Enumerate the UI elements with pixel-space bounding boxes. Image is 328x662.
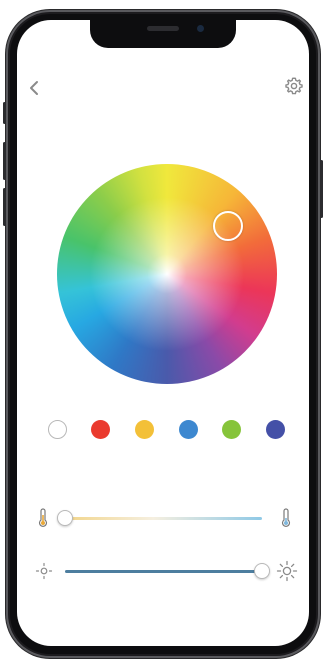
sun-low-icon	[35, 562, 53, 580]
preset-color-white[interactable]	[48, 420, 67, 439]
thermometer-cool-icon	[281, 508, 291, 527]
back-button[interactable]	[27, 78, 43, 98]
sun-high-icon	[276, 560, 298, 582]
thermometer-warm-icon	[38, 508, 48, 527]
color-temperature-track[interactable]	[65, 517, 262, 520]
preset-color-indigo[interactable]	[266, 420, 285, 439]
volume-down-button	[3, 188, 6, 226]
notch	[90, 20, 236, 48]
color-wheel-handle[interactable]	[213, 211, 243, 241]
preset-color-yellow[interactable]	[135, 420, 154, 439]
brightness-track[interactable]	[65, 570, 262, 573]
phone-screen	[17, 20, 309, 646]
speaker-grille	[147, 26, 179, 31]
front-camera	[197, 25, 204, 32]
power-button	[320, 160, 323, 218]
brightness-slider-knob[interactable]	[254, 563, 270, 579]
chevron-left-icon	[30, 81, 38, 95]
preset-color-green[interactable]	[222, 420, 241, 439]
preset-color-red[interactable]	[91, 420, 110, 439]
gear-icon	[285, 77, 303, 95]
mute-switch	[3, 102, 6, 124]
preset-color-blue[interactable]	[179, 420, 198, 439]
settings-button[interactable]	[284, 76, 304, 96]
color-wheel[interactable]	[57, 164, 277, 384]
color-temperature-slider-knob[interactable]	[57, 510, 73, 526]
volume-up-button	[3, 142, 6, 180]
